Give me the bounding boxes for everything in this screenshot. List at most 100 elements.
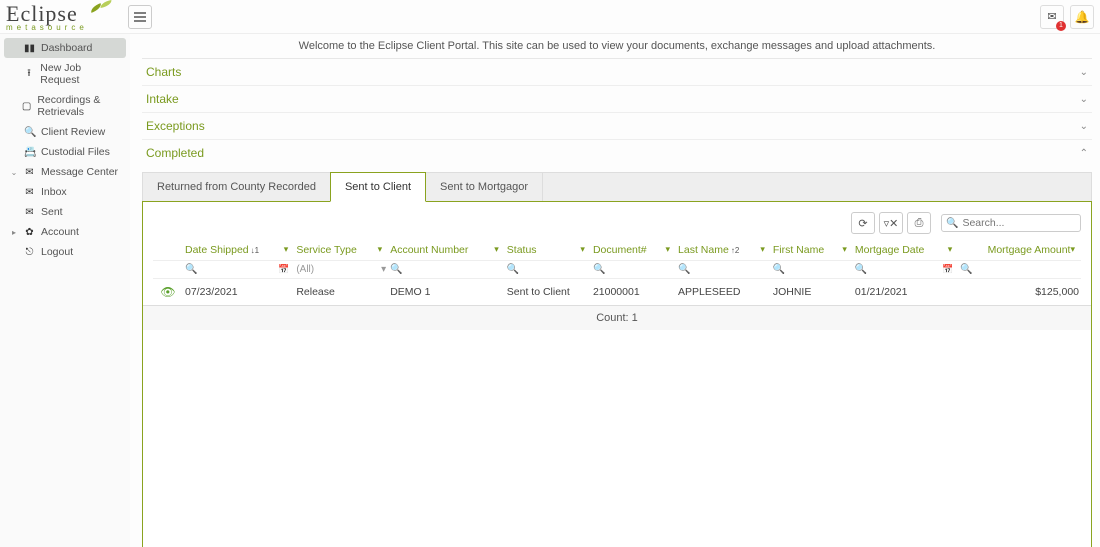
leaf-icon [90,1,118,19]
filter-icon[interactable]: ▾ [284,244,289,255]
refresh-button[interactable]: ⟳ [851,212,875,234]
sidebar-label: Sent [41,206,63,218]
sidebar-label: Message Center [41,166,118,178]
sidebar-label: Client Review [41,126,105,138]
welcome-text: Welcome to the Eclipse Client Portal. Th… [142,34,1092,58]
sidebar-item-custodial[interactable]: 📇 Custodial Files [4,142,126,162]
exit-icon: ⎋ [24,247,35,258]
top-right-actions: ✉ 1 🔔 [1040,5,1094,29]
envelope-icon: ✉ [24,187,35,198]
sidebar-item-inbox[interactable]: ✉ Inbox [4,182,126,202]
filter-date-shipped[interactable]: 🔍📅 [183,261,294,279]
filter-mortgage-amount[interactable]: 🔍 [958,261,1081,279]
search-icon: 🔍 [390,264,402,275]
filter-status[interactable]: 🔍 [505,261,591,279]
notification-badge: 1 [1056,21,1066,31]
document-icon: ▢ [22,101,31,112]
sidebar-label: Recordings & Retrievals [37,94,120,118]
chevron-down-icon: ⌄ [10,168,18,177]
filter-icon[interactable]: ▾ [378,244,383,255]
search-input[interactable] [962,217,1072,229]
col-mortgage-amount[interactable]: Mortgage Amount▾ [958,240,1081,261]
cell-mortgage-amount: $125,000 [958,279,1081,306]
cell-service-type: Release [294,279,388,306]
cell-last-name: APPLESEED [676,279,771,306]
search-icon: 🔍 [24,127,35,138]
gear-icon: ✿ [24,227,35,238]
section-title: Charts [146,65,181,79]
filter-last-name[interactable]: 🔍 [676,261,771,279]
sidebar: ▮▮ Dashboard ⭱ New Job Request ▢ Recordi… [0,34,130,547]
tab-panel-sent-client: ⟳ ▿✕ ⎙ 🔍 Date Shipped↓1▾ Service Type▾ A… [142,201,1092,547]
filter-account-number[interactable]: 🔍 [388,261,505,279]
sidebar-label: New Job Request [40,62,120,86]
tab-returned-county[interactable]: Returned from County Recorded [143,173,331,201]
logo: Eclipse metasource [6,1,118,32]
col-date-shipped[interactable]: Date Shipped↓1▾ [183,240,294,261]
section-completed[interactable]: Completed ⌃ [142,140,1092,166]
cell-status: Sent to Client [505,279,591,306]
search-icon: 🔍 [960,264,972,275]
section-exceptions[interactable]: Exceptions ⌄ [142,113,1092,140]
section-title: Exceptions [146,119,205,133]
envelope-icon: ✉ [24,167,35,178]
filter-service-type[interactable]: (All)▾ [294,261,388,279]
sidebar-item-sent[interactable]: ✉ Sent [4,202,126,222]
tab-sent-mortgagor[interactable]: Sent to Mortgagor [426,173,543,201]
sidebar-item-recordings[interactable]: ▢ Recordings & Retrievals [4,90,126,122]
filter-icon[interactable]: ▾ [666,244,671,255]
tab-sent-client[interactable]: Sent to Client [330,172,426,202]
sidebar-item-account[interactable]: ▸ ✿ Account [4,222,126,242]
menu-toggle-button[interactable] [128,5,152,29]
col-first-name[interactable]: First Name▾ [771,240,853,261]
col-account-number[interactable]: Account Number▾ [388,240,505,261]
dropdown-icon: ▾ [381,264,386,275]
chevron-down-icon: ⌄ [1080,94,1088,105]
view-icon[interactable]: 👁 [160,285,175,299]
col-status[interactable]: Status▾ [505,240,591,261]
sidebar-label: Custodial Files [41,146,110,158]
calendar-icon: 📅 [278,264,289,275]
search-icon: 🔍 [946,218,958,229]
filter-icon[interactable]: ▾ [760,244,765,255]
sidebar-item-message-center[interactable]: ⌄ ✉ Message Center [4,162,126,182]
alerts-button[interactable]: 🔔 [1070,5,1094,29]
sidebar-item-client-review[interactable]: 🔍 Client Review [4,122,126,142]
filter-first-name[interactable]: 🔍 [771,261,853,279]
sidebar-item-dashboard[interactable]: ▮▮ Dashboard [4,38,126,58]
filter-icon[interactable]: ▾ [948,244,953,255]
sidebar-label: Account [41,226,79,238]
refresh-icon: ⟳ [858,217,867,230]
filter-icon[interactable]: ▾ [494,244,499,255]
filter-icon[interactable]: ▾ [580,244,585,255]
section-title: Intake [146,92,179,106]
search-icon: 🔍 [593,264,605,275]
search-icon: 🔍 [507,264,519,275]
col-service-type[interactable]: Service Type▾ [294,240,388,261]
filter-document-no[interactable]: 🔍 [591,261,676,279]
chevron-right-icon: ▸ [10,228,18,237]
grid-search[interactable]: 🔍 [941,214,1081,232]
upload-icon: ⭱ [24,66,35,83]
messages-button[interactable]: ✉ 1 [1040,5,1064,29]
filter-icon[interactable]: ▾ [842,244,847,255]
col-mortgage-date[interactable]: Mortgage Date▾ [853,240,958,261]
col-last-name[interactable]: Last Name↑2▾ [676,240,771,261]
filter-icon[interactable]: ▾ [1070,244,1075,255]
filter-mortgage-date[interactable]: 🔍📅 [853,261,958,279]
bell-icon: 🔔 [1075,10,1090,24]
chevron-up-icon: ⌃ [1080,148,1088,159]
envelope-icon: ✉ [24,207,35,218]
sidebar-item-logout[interactable]: ⎋ Logout [4,242,126,262]
col-document-no[interactable]: Document#▾ [591,240,676,261]
section-intake[interactable]: Intake ⌄ [142,86,1092,113]
export-icon: ⎙ [915,217,924,230]
briefcase-icon: 📇 [24,147,35,158]
table-row[interactable]: 👁 07/23/2021 Release DEMO 1 Sent to Clie… [153,279,1081,306]
sidebar-item-new-job[interactable]: ⭱ New Job Request [4,58,126,90]
clear-filter-button[interactable]: ▿✕ [879,212,903,234]
export-button[interactable]: ⎙ [907,212,931,234]
section-charts[interactable]: Charts ⌄ [142,59,1092,86]
topbar: Eclipse metasource ✉ 1 🔔 [0,0,1100,34]
hamburger-icon [134,12,146,22]
